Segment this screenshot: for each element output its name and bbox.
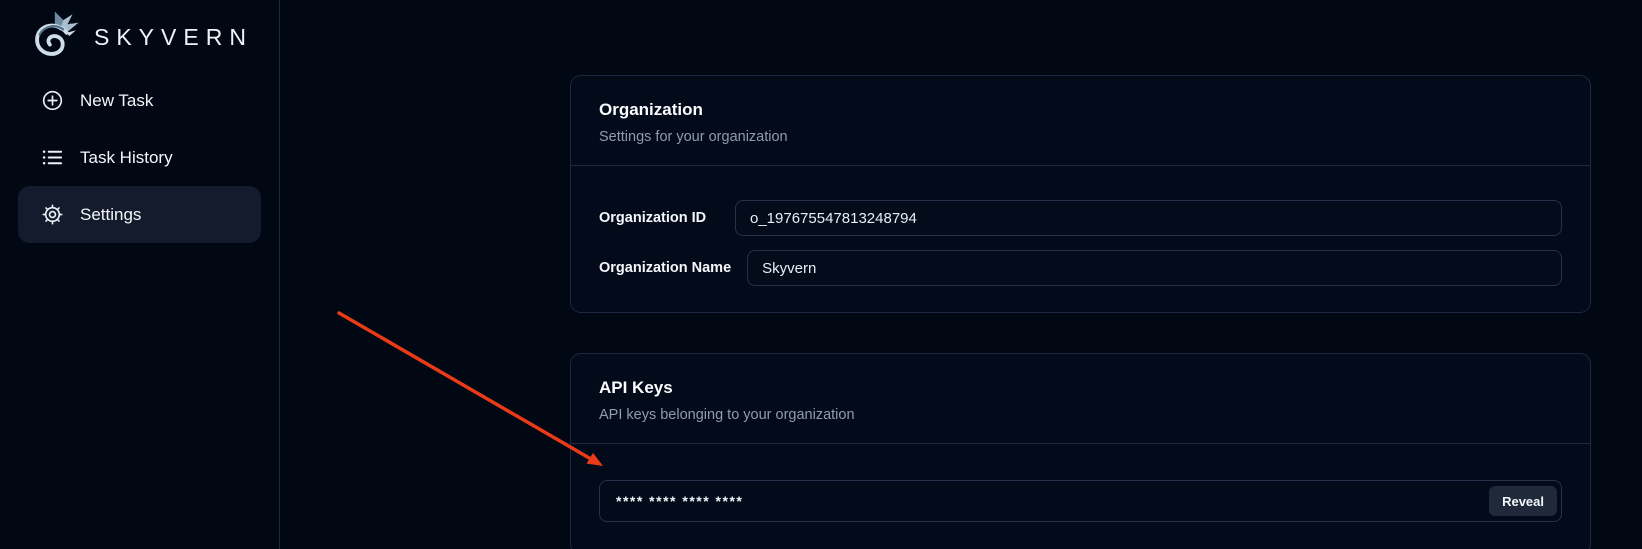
skyvern-settings-page: SKYVERN New Task Task History (0, 0, 1642, 549)
main-content: Organization Settings for your organizat… (280, 0, 1642, 549)
sidebar-item-task-history[interactable]: Task History (18, 129, 261, 186)
plus-circle-icon (40, 89, 64, 113)
card-title: Organization (599, 100, 1562, 120)
sidebar-item-label: New Task (80, 91, 153, 111)
api-keys-card-header: API Keys API keys belonging to your orga… (571, 354, 1590, 444)
sidebar-nav: New Task Task History (18, 72, 261, 243)
gear-icon (40, 203, 64, 227)
reveal-button[interactable]: Reveal (1489, 486, 1557, 516)
list-icon (40, 146, 64, 170)
organization-card: Organization Settings for your organizat… (570, 75, 1591, 313)
sidebar-item-label: Settings (80, 205, 141, 225)
organization-id-input[interactable] (735, 200, 1562, 236)
brand-name: SKYVERN (94, 24, 253, 51)
organization-id-row: Organization ID (599, 200, 1562, 236)
brand-logo[interactable]: SKYVERN (18, 6, 261, 68)
card-title: API Keys (599, 378, 1562, 398)
organization-name-input[interactable] (747, 250, 1562, 286)
api-keys-card-body: Reveal (571, 444, 1590, 549)
sidebar-item-label: Task History (80, 148, 173, 168)
api-key-field: Reveal (599, 480, 1562, 522)
organization-id-label: Organization ID (599, 210, 719, 226)
organization-card-body: Organization ID Organization Name (571, 166, 1590, 312)
api-keys-card: API Keys API keys belonging to your orga… (570, 353, 1591, 549)
sidebar-item-new-task[interactable]: New Task (18, 72, 261, 129)
skyvern-dragon-logo-icon (26, 10, 82, 64)
organization-card-header: Organization Settings for your organizat… (571, 76, 1590, 166)
card-subtitle: Settings for your organization (599, 129, 1562, 145)
sidebar: SKYVERN New Task Task History (0, 0, 280, 549)
card-subtitle: API keys belonging to your organization (599, 407, 1562, 423)
organization-name-label: Organization Name (599, 260, 731, 276)
sidebar-item-settings[interactable]: Settings (18, 186, 261, 243)
organization-name-row: Organization Name (599, 250, 1562, 286)
api-key-masked-input[interactable] (599, 480, 1562, 522)
